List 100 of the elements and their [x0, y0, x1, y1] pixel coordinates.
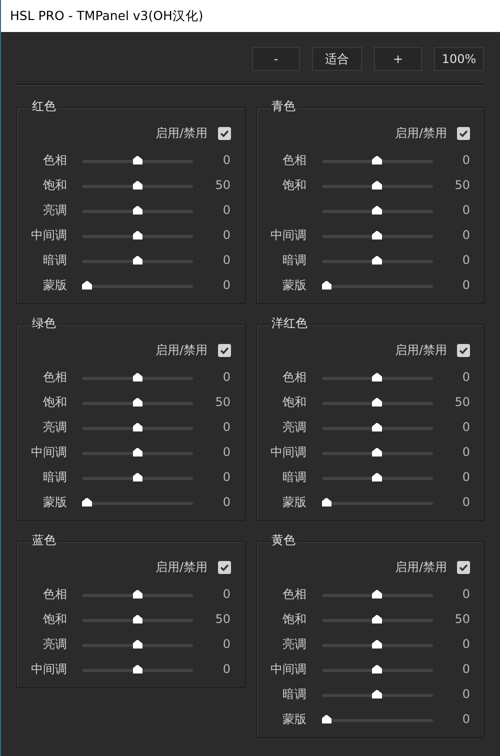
checkbox[interactable]	[457, 560, 470, 574]
slider[interactable]	[82, 396, 193, 406]
slider-value: 0	[462, 636, 470, 652]
slider-thumb[interactable]	[132, 372, 142, 382]
slider-label: 蒙版	[42, 276, 67, 294]
slider-value: 0	[222, 202, 230, 218]
slider[interactable]	[322, 496, 432, 506]
slider[interactable]	[322, 422, 432, 432]
slider-value: 0	[222, 276, 230, 294]
slider-value: 50	[215, 610, 230, 628]
slider[interactable]	[82, 204, 193, 214]
slider[interactable]	[322, 204, 432, 214]
checkbox[interactable]	[218, 126, 230, 140]
slider[interactable]	[82, 446, 193, 456]
checkbox[interactable]	[218, 560, 230, 574]
slider-thumb[interactable]	[82, 498, 92, 506]
slider-thumb[interactable]	[372, 448, 382, 456]
slider-thumb[interactable]	[372, 590, 382, 598]
slider-thumb[interactable]	[132, 614, 142, 624]
slider[interactable]	[322, 254, 432, 264]
slider[interactable]	[82, 254, 193, 264]
zoom-button[interactable]: -	[252, 47, 300, 71]
slider[interactable]	[82, 422, 193, 432]
slider-value: 0	[462, 202, 470, 218]
slider-thumb[interactable]	[132, 590, 142, 598]
slider[interactable]	[82, 588, 193, 598]
slider[interactable]	[82, 180, 193, 190]
slider[interactable]	[322, 280, 432, 290]
slider-thumb[interactable]	[372, 472, 382, 482]
slider-thumb[interactable]	[132, 472, 142, 482]
slider-value: 0	[222, 660, 230, 678]
slider[interactable]	[322, 688, 432, 698]
slider[interactable]	[322, 446, 432, 456]
slider-thumb[interactable]	[322, 280, 332, 290]
slider-label: 中间调	[270, 226, 306, 244]
slider-thumb[interactable]	[132, 256, 142, 264]
slider-thumb[interactable]	[132, 398, 142, 406]
slider[interactable]	[82, 638, 193, 648]
slider-thumb[interactable]	[372, 690, 382, 698]
toggle-label: 启用/禁用	[394, 342, 447, 359]
slider[interactable]	[82, 230, 193, 240]
slider-thumb[interactable]	[132, 206, 142, 214]
slider-thumb[interactable]	[372, 398, 382, 406]
slider-thumb[interactable]	[372, 206, 382, 214]
toggle-label: 启用/禁用	[394, 125, 447, 142]
slider-thumb[interactable]	[132, 640, 142, 648]
slider[interactable]	[322, 664, 432, 674]
slider-thumb[interactable]	[82, 280, 92, 290]
slider[interactable]	[82, 280, 193, 290]
slider-thumb[interactable]	[372, 372, 382, 382]
checkbox[interactable]	[218, 344, 230, 356]
slider[interactable]	[322, 230, 432, 240]
slider-thumb[interactable]	[372, 230, 382, 240]
zoom-button[interactable]: 适合	[312, 47, 362, 71]
slider-thumb[interactable]	[372, 640, 382, 648]
slider[interactable]	[322, 180, 432, 190]
slider-value: 0	[462, 710, 470, 728]
slider[interactable]	[82, 614, 193, 624]
slider[interactable]	[82, 372, 193, 382]
slider-label: 蒙版	[282, 710, 306, 728]
slider-value: 0	[462, 468, 470, 486]
slider-thumb[interactable]	[322, 714, 332, 724]
slider[interactable]	[322, 396, 432, 406]
slider[interactable]	[322, 472, 432, 482]
slider-label: 暗调	[282, 686, 306, 702]
slider-thumb[interactable]	[132, 230, 142, 240]
slider-value: 0	[462, 586, 470, 602]
slider[interactable]	[82, 472, 193, 482]
slider-value: 0	[222, 252, 230, 268]
slider-thumb[interactable]	[132, 448, 142, 456]
slider[interactable]	[82, 664, 193, 674]
slider-label: 色相	[282, 152, 306, 168]
zoom-level-button[interactable]: 100%	[434, 47, 484, 71]
slider-value: 0	[462, 276, 470, 294]
checkbox[interactable]	[457, 126, 470, 140]
zoom-button[interactable]: +	[374, 47, 422, 71]
slider-thumb[interactable]	[372, 614, 382, 624]
slider[interactable]	[322, 638, 432, 648]
slider-thumb[interactable]	[372, 156, 382, 164]
slider-label: 暗调	[42, 252, 67, 268]
slider-thumb[interactable]	[132, 664, 142, 674]
slider-thumb[interactable]	[132, 180, 142, 190]
slider[interactable]	[322, 588, 432, 598]
slider-thumb[interactable]	[372, 256, 382, 264]
slider-thumb[interactable]	[132, 422, 142, 432]
checkbox[interactable]	[457, 344, 470, 356]
slider[interactable]	[322, 714, 432, 724]
window-title: HSL PRO - TMPanel v3(OH汉化)	[10, 6, 204, 25]
slider[interactable]	[322, 372, 432, 382]
slider-label: 暗调	[42, 468, 67, 486]
slider-thumb[interactable]	[372, 664, 382, 674]
slider-thumb[interactable]	[132, 156, 142, 164]
slider-thumb[interactable]	[322, 498, 332, 506]
slider-thumb[interactable]	[372, 180, 382, 190]
slider-thumb[interactable]	[372, 422, 382, 432]
slider[interactable]	[82, 154, 193, 164]
slider[interactable]	[82, 496, 193, 506]
slider[interactable]	[322, 614, 432, 624]
slider[interactable]	[322, 154, 432, 164]
slider-value: 0	[222, 636, 230, 652]
